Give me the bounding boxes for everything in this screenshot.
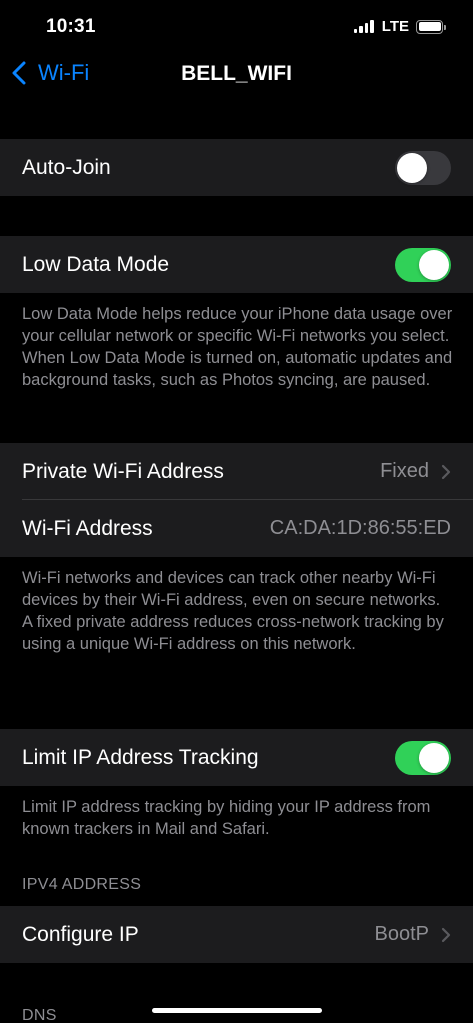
chevron-right-icon xyxy=(441,464,451,479)
private-address-label: Private Wi-Fi Address xyxy=(22,459,224,483)
low-data-mode-row: Low Data Mode xyxy=(0,236,473,293)
configure-ip-value: BootP xyxy=(374,923,429,945)
back-label: Wi-Fi xyxy=(38,60,90,85)
cellular-signal-icon xyxy=(353,20,376,33)
private-address-value: Fixed xyxy=(380,460,429,482)
status-bar: 10:31 LTE xyxy=(0,0,473,52)
status-time: 10:31 xyxy=(46,16,96,37)
network-type: LTE xyxy=(381,18,409,35)
limit-ip-description: Limit IP address tracking by hiding your… xyxy=(22,798,431,838)
chevron-right-icon xyxy=(441,927,451,942)
ipv4-section-header: IPV4 ADDRESS xyxy=(22,876,142,893)
auto-join-row: Auto-Join xyxy=(0,139,473,196)
configure-ip-row[interactable]: Configure IP BootP xyxy=(0,906,473,963)
navigation-bar: BELL_WIFI Wi-Fi xyxy=(0,52,473,98)
battery-icon xyxy=(416,19,446,34)
limit-ip-footer: Limit IP address tracking by hiding your… xyxy=(22,796,454,840)
limit-ip-group: Limit IP Address Tracking xyxy=(0,729,473,786)
limit-ip-row: Limit IP Address Tracking xyxy=(0,729,473,786)
low-data-mode-label: Low Data Mode xyxy=(22,252,170,276)
low-data-mode-toggle[interactable] xyxy=(395,247,451,282)
private-address-row[interactable]: Private Wi-Fi Address Fixed xyxy=(0,443,473,500)
auto-join-toggle[interactable] xyxy=(395,150,451,185)
configure-ip-label: Configure IP xyxy=(22,922,139,946)
private-address-group: Private Wi-Fi Address Fixed Wi-Fi Addres… xyxy=(0,443,473,557)
home-indicator[interactable] xyxy=(152,1008,322,1013)
configure-ip-value-wrap: BootP xyxy=(375,923,451,946)
private-address-footer: Wi-Fi networks and devices can track oth… xyxy=(22,567,454,655)
private-address-value-wrap: Fixed xyxy=(380,460,451,483)
low-data-mode-footer: Low Data Mode helps reduce your iPhone d… xyxy=(22,303,454,391)
limit-ip-toggle[interactable] xyxy=(395,740,451,775)
chevron-left-icon xyxy=(12,61,26,85)
limit-ip-label: Limit IP Address Tracking xyxy=(22,745,259,769)
dns-section-header: DNS xyxy=(22,1007,57,1023)
back-button[interactable]: Wi-Fi xyxy=(12,60,89,86)
wifi-address-value: CA:DA:1D:86:55:ED xyxy=(269,517,451,539)
wifi-network-settings-screen: 10:31 LTE BELL_WIFI Wi-Fi Auto-Join Low … xyxy=(0,0,473,1023)
auto-join-group: Auto-Join xyxy=(0,139,473,196)
low-data-mode-group: Low Data Mode xyxy=(0,236,473,293)
wifi-address-row: Wi-Fi Address CA:DA:1D:86:55:ED xyxy=(0,500,473,557)
status-indicators: LTE xyxy=(353,18,446,35)
private-address-description: Wi-Fi networks and devices can track oth… xyxy=(22,569,444,653)
auto-join-label: Auto-Join xyxy=(22,155,111,179)
wifi-address-label: Wi-Fi Address xyxy=(22,516,153,540)
ipv4-group: Configure IP BootP xyxy=(0,906,473,963)
low-data-mode-description: Low Data Mode helps reduce your iPhone d… xyxy=(22,305,453,389)
